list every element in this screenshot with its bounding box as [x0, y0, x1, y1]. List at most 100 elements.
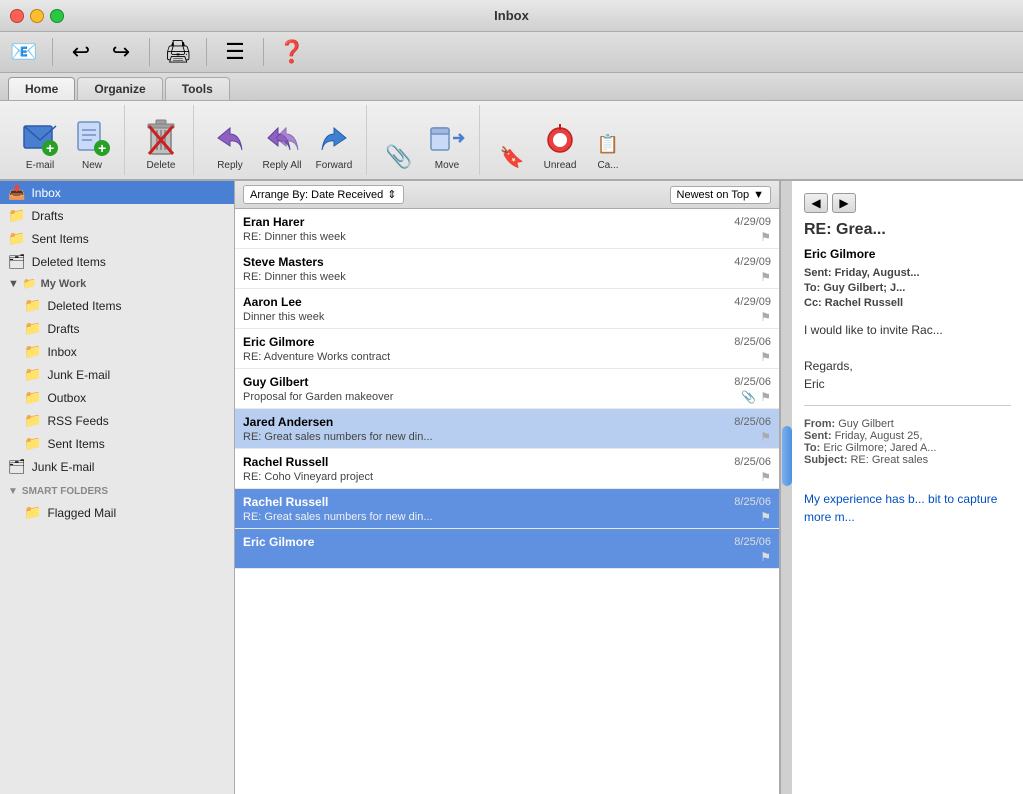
move-button[interactable]: Move — [423, 116, 471, 173]
sidebar-item-mywork-rss[interactable]: 📁 RSS Feeds — [0, 409, 234, 432]
delete-button[interactable]: Delete — [137, 116, 185, 173]
order-arrow: ▼ — [753, 189, 764, 201]
reply-all-icon — [262, 118, 302, 158]
email-row[interactable]: Rachel Russell 8/25/06 RE: Great sales n… — [235, 489, 779, 529]
print-icon[interactable]: 🖨 — [162, 36, 194, 68]
email-compose-icon[interactable]: 📧 — [8, 36, 40, 68]
tags-button[interactable]: 🔖 — [492, 141, 532, 173]
junk-icon: 🗂 — [8, 458, 26, 475]
help-icon[interactable]: ❓ — [276, 36, 308, 68]
undo-icon[interactable]: ↩ — [65, 36, 97, 68]
email-date: 8/25/06 — [734, 416, 771, 428]
email-row[interactable]: Guy Gilbert 8/25/06 Proposal for Garden … — [235, 369, 779, 409]
scrollbar[interactable] — [780, 181, 792, 794]
email-sender: Rachel Russell — [243, 455, 328, 469]
email-button[interactable]: + E-mail — [16, 116, 64, 173]
tab-home[interactable]: Home — [8, 77, 75, 100]
email-date: 4/29/09 — [734, 296, 771, 308]
email-sender: Eran Harer — [243, 215, 304, 229]
sidebar-section-smart[interactable]: ▼ SMART FOLDERS — [0, 482, 234, 501]
flag-icon: ⚑ — [760, 270, 771, 284]
scroll-thumb[interactable] — [782, 426, 792, 486]
email-subject: ⚑ — [243, 550, 771, 564]
unread-button[interactable]: Unread — [536, 116, 584, 173]
email-date: 4/29/09 — [734, 216, 771, 228]
email-button-label: E-mail — [26, 160, 54, 171]
sidebar-item-mywork-junk[interactable]: 📁 Junk E-mail — [0, 363, 234, 386]
close-button[interactable] — [10, 9, 24, 23]
reply-icon — [210, 118, 250, 158]
reply-all-button[interactable]: Reply All — [258, 116, 306, 173]
reading-subject: RE: Grea... — [804, 221, 1011, 239]
forward-button-label: Forward — [316, 160, 353, 171]
sidebar-item-junk[interactable]: 🗂 Junk E-mail — [0, 455, 234, 478]
sidebar-item-flagged[interactable]: 📁 Flagged Mail — [0, 501, 234, 524]
mywork-outbox-icon: 📁 — [24, 389, 41, 406]
smart-arrow: ▼ — [8, 486, 18, 497]
attachment-button[interactable]: 📎 — [379, 141, 419, 173]
email-subject: RE: Dinner this week ⚑ — [243, 230, 771, 244]
email-sender: Rachel Russell — [243, 495, 328, 509]
unread-button-label: Unread — [544, 160, 577, 171]
reply-button-label: Reply — [217, 160, 243, 171]
sidebar-item-inbox-label: Inbox — [31, 186, 60, 200]
sidebar-item-deleted[interactable]: 🗂 Deleted Items — [0, 250, 234, 273]
redo-icon[interactable]: ↪ — [105, 36, 137, 68]
email-row[interactable]: Eric Gilmore 8/25/06 ⚑ — [235, 529, 779, 569]
mywork-sent-icon: 📁 — [24, 435, 41, 452]
email-date: 8/25/06 — [734, 456, 771, 468]
delete-button-label: Delete — [147, 160, 176, 171]
email-row-header: Steve Masters 4/29/09 — [243, 255, 771, 269]
email-row[interactable]: Steve Masters 4/29/09 RE: Dinner this we… — [235, 249, 779, 289]
sidebar-item-mywork-outbox[interactable]: 📁 Outbox — [0, 386, 234, 409]
new-button[interactable]: + New — [68, 116, 116, 173]
tab-organize[interactable]: Organize — [77, 77, 162, 100]
tab-tools[interactable]: Tools — [165, 77, 230, 100]
sidebar: 📥 Inbox 📁 Drafts 📁 Sent Items 🗂 Deleted … — [0, 181, 235, 794]
sidebar-item-mywork-deleted-label: Deleted Items — [47, 299, 121, 313]
email-row[interactable]: Eric Gilmore 8/25/06 RE: Adventure Works… — [235, 329, 779, 369]
email-row[interactable]: Eran Harer 4/29/09 RE: Dinner this week … — [235, 209, 779, 249]
attachment-indicator: 📎 — [741, 390, 756, 404]
order-selector[interactable]: Newest on Top ▼ — [670, 186, 771, 204]
sort-label: Arrange By: Date Received — [250, 189, 383, 201]
ribbon: + E-mail + New — [0, 101, 1023, 181]
email-row-header: Jared Andersen 8/25/06 — [243, 415, 771, 429]
attachment-icon: 📎 — [385, 143, 413, 171]
svg-text:+: + — [98, 140, 106, 156]
mywork-rss-icon: 📁 — [24, 412, 41, 429]
minimize-button[interactable] — [30, 9, 44, 23]
sidebar-item-sent[interactable]: 📁 Sent Items — [0, 227, 234, 250]
view-icon[interactable]: ☰ — [219, 36, 251, 68]
reading-body: I would like to invite Rac... Regards, E… — [804, 321, 1011, 393]
sidebar-item-mywork-deleted[interactable]: 📁 Deleted Items — [0, 294, 234, 317]
forward-button[interactable]: Forward — [310, 116, 358, 173]
flag-icon: ⚑ — [760, 310, 771, 324]
maximize-button[interactable] — [50, 9, 64, 23]
sidebar-item-mywork-inbox[interactable]: 📁 Inbox — [0, 340, 234, 363]
email-row[interactable]: Aaron Lee 4/29/09 Dinner this week ⚑ — [235, 289, 779, 329]
sidebar-item-mywork-junk-label: Junk E-mail — [47, 368, 110, 382]
sidebar-item-mywork-drafts[interactable]: 📁 Drafts — [0, 317, 234, 340]
sidebar-item-sent-label: Sent Items — [31, 232, 88, 246]
flag-icon: ⚑ — [760, 550, 771, 564]
email-row[interactable]: Rachel Russell 8/25/06 RE: Coho Vineyard… — [235, 449, 779, 489]
sidebar-item-inbox[interactable]: 📥 Inbox — [0, 181, 234, 204]
sidebar-section-mywork[interactable]: ▼ 📁 My Work — [0, 273, 234, 294]
sidebar-item-drafts[interactable]: 📁 Drafts — [0, 204, 234, 227]
window-controls[interactable] — [10, 9, 64, 23]
email-row[interactable]: Jared Andersen 8/25/06 RE: Great sales n… — [235, 409, 779, 449]
reply-button[interactable]: Reply — [206, 116, 254, 173]
email-sender: Steve Masters — [243, 255, 324, 269]
prev-message-button[interactable]: ◀ — [804, 193, 828, 213]
sidebar-item-mywork-inbox-label: Inbox — [47, 345, 76, 359]
reading-sent: Sent: Friday, August... — [804, 267, 1011, 279]
sidebar-item-mywork-sent[interactable]: 📁 Sent Items — [0, 432, 234, 455]
mywork-arrow: ▼ — [8, 278, 19, 290]
sidebar-section-mywork-label: My Work — [41, 278, 87, 290]
categorize-button[interactable]: 📋 Ca... — [588, 128, 628, 173]
next-message-button[interactable]: ▶ — [832, 193, 856, 213]
sort-selector[interactable]: Arrange By: Date Received ⇕ — [243, 185, 404, 204]
sort-arrow: ⇕ — [387, 188, 396, 201]
reading-divider — [804, 405, 1011, 406]
